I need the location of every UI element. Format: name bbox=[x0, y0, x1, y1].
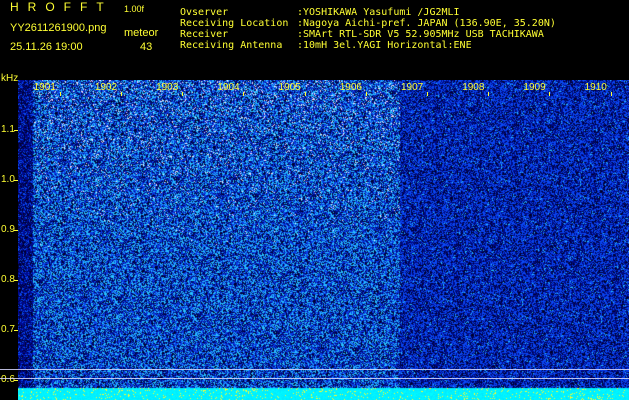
hrofft-window: HROFFT 1.00f YY2611261900.png meteor 25.… bbox=[0, 0, 629, 400]
y-tick-mark bbox=[14, 280, 18, 281]
x-tick-mark bbox=[365, 92, 367, 96]
app-version: 1.00f bbox=[124, 4, 145, 14]
x-tick-label: 1909 bbox=[523, 82, 546, 93]
y-tick-mark bbox=[14, 230, 18, 231]
info-receiver: Receiver :SMArt RTL-SDR V5 52.905MHz USB … bbox=[180, 29, 544, 40]
info-observer: Ovserver :YOSHIKAWA Yasufumi /JG2MLI bbox=[180, 7, 460, 18]
event-label: meteor bbox=[124, 27, 159, 39]
info-key: Receiving Location bbox=[180, 18, 289, 29]
y-tick-label: 1.1 bbox=[1, 124, 15, 135]
y-tick-label: 1.0 bbox=[1, 174, 15, 185]
info-location: Receiving Location :Nagoya Aichi-pref. JA… bbox=[180, 18, 556, 29]
x-tick-label: 1905 bbox=[278, 82, 301, 93]
y-tick-mark bbox=[14, 130, 18, 131]
y-tick-label: 0.8 bbox=[1, 274, 15, 285]
y-tick-mark bbox=[14, 180, 18, 181]
x-tick-label: 1908 bbox=[462, 82, 485, 93]
info-key: Receiver bbox=[180, 29, 229, 40]
x-tick-mark bbox=[120, 92, 122, 96]
x-tick-label: 1907 bbox=[400, 82, 424, 93]
x-tick-label: 1902 bbox=[94, 82, 118, 93]
x-tick-mark bbox=[488, 92, 490, 96]
x-tick-label: 1910 bbox=[584, 82, 607, 93]
x-tick-mark bbox=[549, 92, 551, 96]
info-value: :YOSHIKAWA Yasufumi /JG2MLI bbox=[297, 7, 460, 18]
info-key: Ovserver bbox=[180, 7, 229, 18]
x-tick-mark bbox=[243, 92, 245, 96]
file-name: YY2611261900.png bbox=[10, 22, 107, 34]
info-value: :SMArt RTL-SDR V5 52.905MHz USB TACHIKAW… bbox=[297, 29, 544, 40]
reference-line bbox=[0, 377, 629, 379]
x-tick-mark bbox=[182, 92, 184, 96]
x-tick-label: 1904 bbox=[217, 82, 240, 93]
waterfall-plot bbox=[18, 80, 629, 400]
info-antenna: Receiving Antenna :10mH 3el.YAGI Horizont… bbox=[180, 40, 472, 51]
frequency-unit-label: kHz bbox=[1, 73, 19, 84]
x-tick-mark bbox=[426, 92, 428, 96]
x-tick-mark bbox=[59, 92, 61, 96]
y-tick-label: 0.6 bbox=[1, 374, 15, 385]
info-value: :Nagoya Aichi-pref. JAPAN (136.90E, 35.2… bbox=[297, 18, 556, 29]
x-tick-label: 1901 bbox=[33, 82, 56, 93]
date-time: 25.11.26 19:00 bbox=[10, 41, 83, 53]
info-key: Receiving Antenna bbox=[180, 40, 283, 51]
waterfall-spectrogram bbox=[18, 80, 629, 400]
info-value: :10mH 3el.YAGI Horizontal:ENE bbox=[297, 40, 472, 51]
x-tick-label: 1906 bbox=[339, 82, 362, 93]
y-tick-mark bbox=[14, 380, 18, 381]
x-tick-mark bbox=[610, 92, 612, 96]
y-tick-mark bbox=[14, 330, 18, 331]
x-tick-mark bbox=[304, 92, 306, 96]
reference-line bbox=[0, 368, 629, 370]
app-title: HROFFT bbox=[10, 0, 113, 14]
event-count: 43 bbox=[140, 41, 153, 53]
y-tick-label: 0.9 bbox=[1, 224, 15, 235]
y-tick-label: 0.7 bbox=[1, 324, 15, 335]
x-tick-label: 1903 bbox=[156, 82, 179, 93]
